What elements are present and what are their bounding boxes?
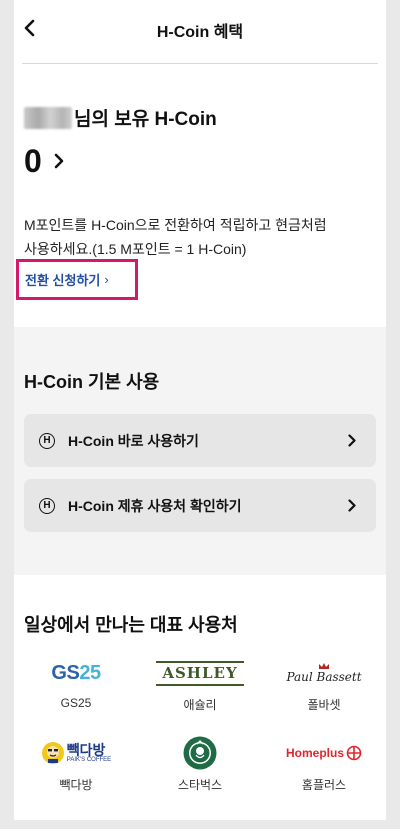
conversion-desc-line2: 사용하세요.(1.5 M포인트 = 1 H-Coin) xyxy=(24,241,247,257)
ashley-logo-text: ASHLEY xyxy=(162,663,238,682)
starbucks-siren-icon xyxy=(183,736,217,770)
app-screen: H-Coin 혜택 님의 보유 H-Coin 0 M포인트를 H-Coin으로 … xyxy=(14,0,386,820)
paiks-logo-wordmark: 빽다방 PAIK'S COFFEE xyxy=(67,743,111,763)
homeplus-logo: Homeplus xyxy=(286,736,362,770)
apply-conversion-link[interactable]: 전환 신청하기 › xyxy=(16,259,138,300)
partner-gs25[interactable]: GS25 GS25 xyxy=(14,656,138,726)
gs25-logo-25: 25 xyxy=(79,661,101,684)
starbucks-logo xyxy=(183,736,217,770)
h-coin-icon: H xyxy=(39,432,55,449)
owner-line: 님의 보유 H-Coin xyxy=(24,104,217,131)
balance-section: 님의 보유 H-Coin 0 xyxy=(24,104,217,177)
partner-name: 스타벅스 xyxy=(177,778,223,792)
gs25-logo-gs: GS xyxy=(51,661,80,684)
partner-starbucks[interactable]: 스타벅스 xyxy=(138,736,262,806)
coin-balance-link[interactable]: 0 xyxy=(24,145,217,177)
paul-bassett-logo-text: Paul Bassett xyxy=(286,670,362,684)
conversion-description: M포인트를 H-Coin으로 전환하여 적립하고 현금처럼 사용하세요.(1.5… xyxy=(24,213,374,261)
gs25-logo: GS25 xyxy=(51,656,101,690)
partner-name: GS25 xyxy=(60,696,92,710)
crown-icon xyxy=(318,663,329,669)
paik-face-icon xyxy=(41,742,64,764)
partner-homeplus[interactable]: Homeplus 홈플러스 xyxy=(262,736,386,806)
paul-bassett-logo: Paul Bassett xyxy=(286,656,362,690)
conversion-desc-line1: M포인트를 H-Coin으로 전환하여 적립하고 현금처럼 xyxy=(24,217,327,233)
ashley-logo-badge: ASHLEY xyxy=(156,660,244,686)
ashley-logo: ASHLEY xyxy=(156,656,244,690)
partner-paiks-coffee[interactable]: 빽다방 PAIK'S COFFEE 빽다방 xyxy=(14,736,138,806)
basic-use-section: H-Coin 기본 사용 H H-Coin 바로 사용하기 H H-Coin 제… xyxy=(14,327,386,575)
paiks-logo: 빽다방 PAIK'S COFFEE xyxy=(41,736,111,770)
homeplus-mark-icon xyxy=(346,745,362,761)
homeplus-logo-text: Homeplus xyxy=(285,746,344,760)
blurred-user-name xyxy=(24,106,72,129)
owner-label: 님의 보유 H-Coin xyxy=(74,109,217,130)
coin-value: 0 xyxy=(24,143,42,179)
paiks-logo-text: 빽다방 xyxy=(66,742,106,758)
partner-name: 폴바셋 xyxy=(307,698,341,712)
header: H-Coin 혜택 xyxy=(14,0,386,58)
partner-name: 애슐리 xyxy=(183,698,217,712)
partners-title: 일상에서 만나는 대표 사용처 xyxy=(24,615,238,635)
apply-conversion-label: 전환 신청하기 xyxy=(25,273,101,288)
page-title: H-Coin 혜택 xyxy=(156,24,244,41)
paiks-logo-subtext: PAIK'S COFFEE xyxy=(66,757,112,763)
partner-name: 빽다방 xyxy=(59,778,93,792)
header-divider xyxy=(22,63,378,64)
chevron-right-icon: › xyxy=(104,272,109,287)
partner-ashley[interactable]: ASHLEY 애슐리 xyxy=(138,656,262,726)
gs25-logo-text: GS25 xyxy=(51,661,101,685)
chevron-right-icon xyxy=(348,434,356,447)
chevron-right-icon xyxy=(348,499,356,512)
chevron-right-icon xyxy=(54,153,64,169)
basic-use-title: H-Coin 기본 사용 xyxy=(24,372,160,392)
partner-places-label: H-Coin 제휴 사용처 확인하기 xyxy=(68,497,242,514)
partner-places-button[interactable]: H H-Coin 제휴 사용처 확인하기 xyxy=(24,479,376,532)
use-coin-now-label: H-Coin 바로 사용하기 xyxy=(68,432,199,449)
partner-paul-bassett[interactable]: Paul Bassett 폴바셋 xyxy=(262,656,386,726)
use-coin-now-button[interactable]: H H-Coin 바로 사용하기 xyxy=(24,414,376,467)
h-coin-icon: H xyxy=(39,497,55,514)
partner-name: 홈플러스 xyxy=(301,778,347,792)
